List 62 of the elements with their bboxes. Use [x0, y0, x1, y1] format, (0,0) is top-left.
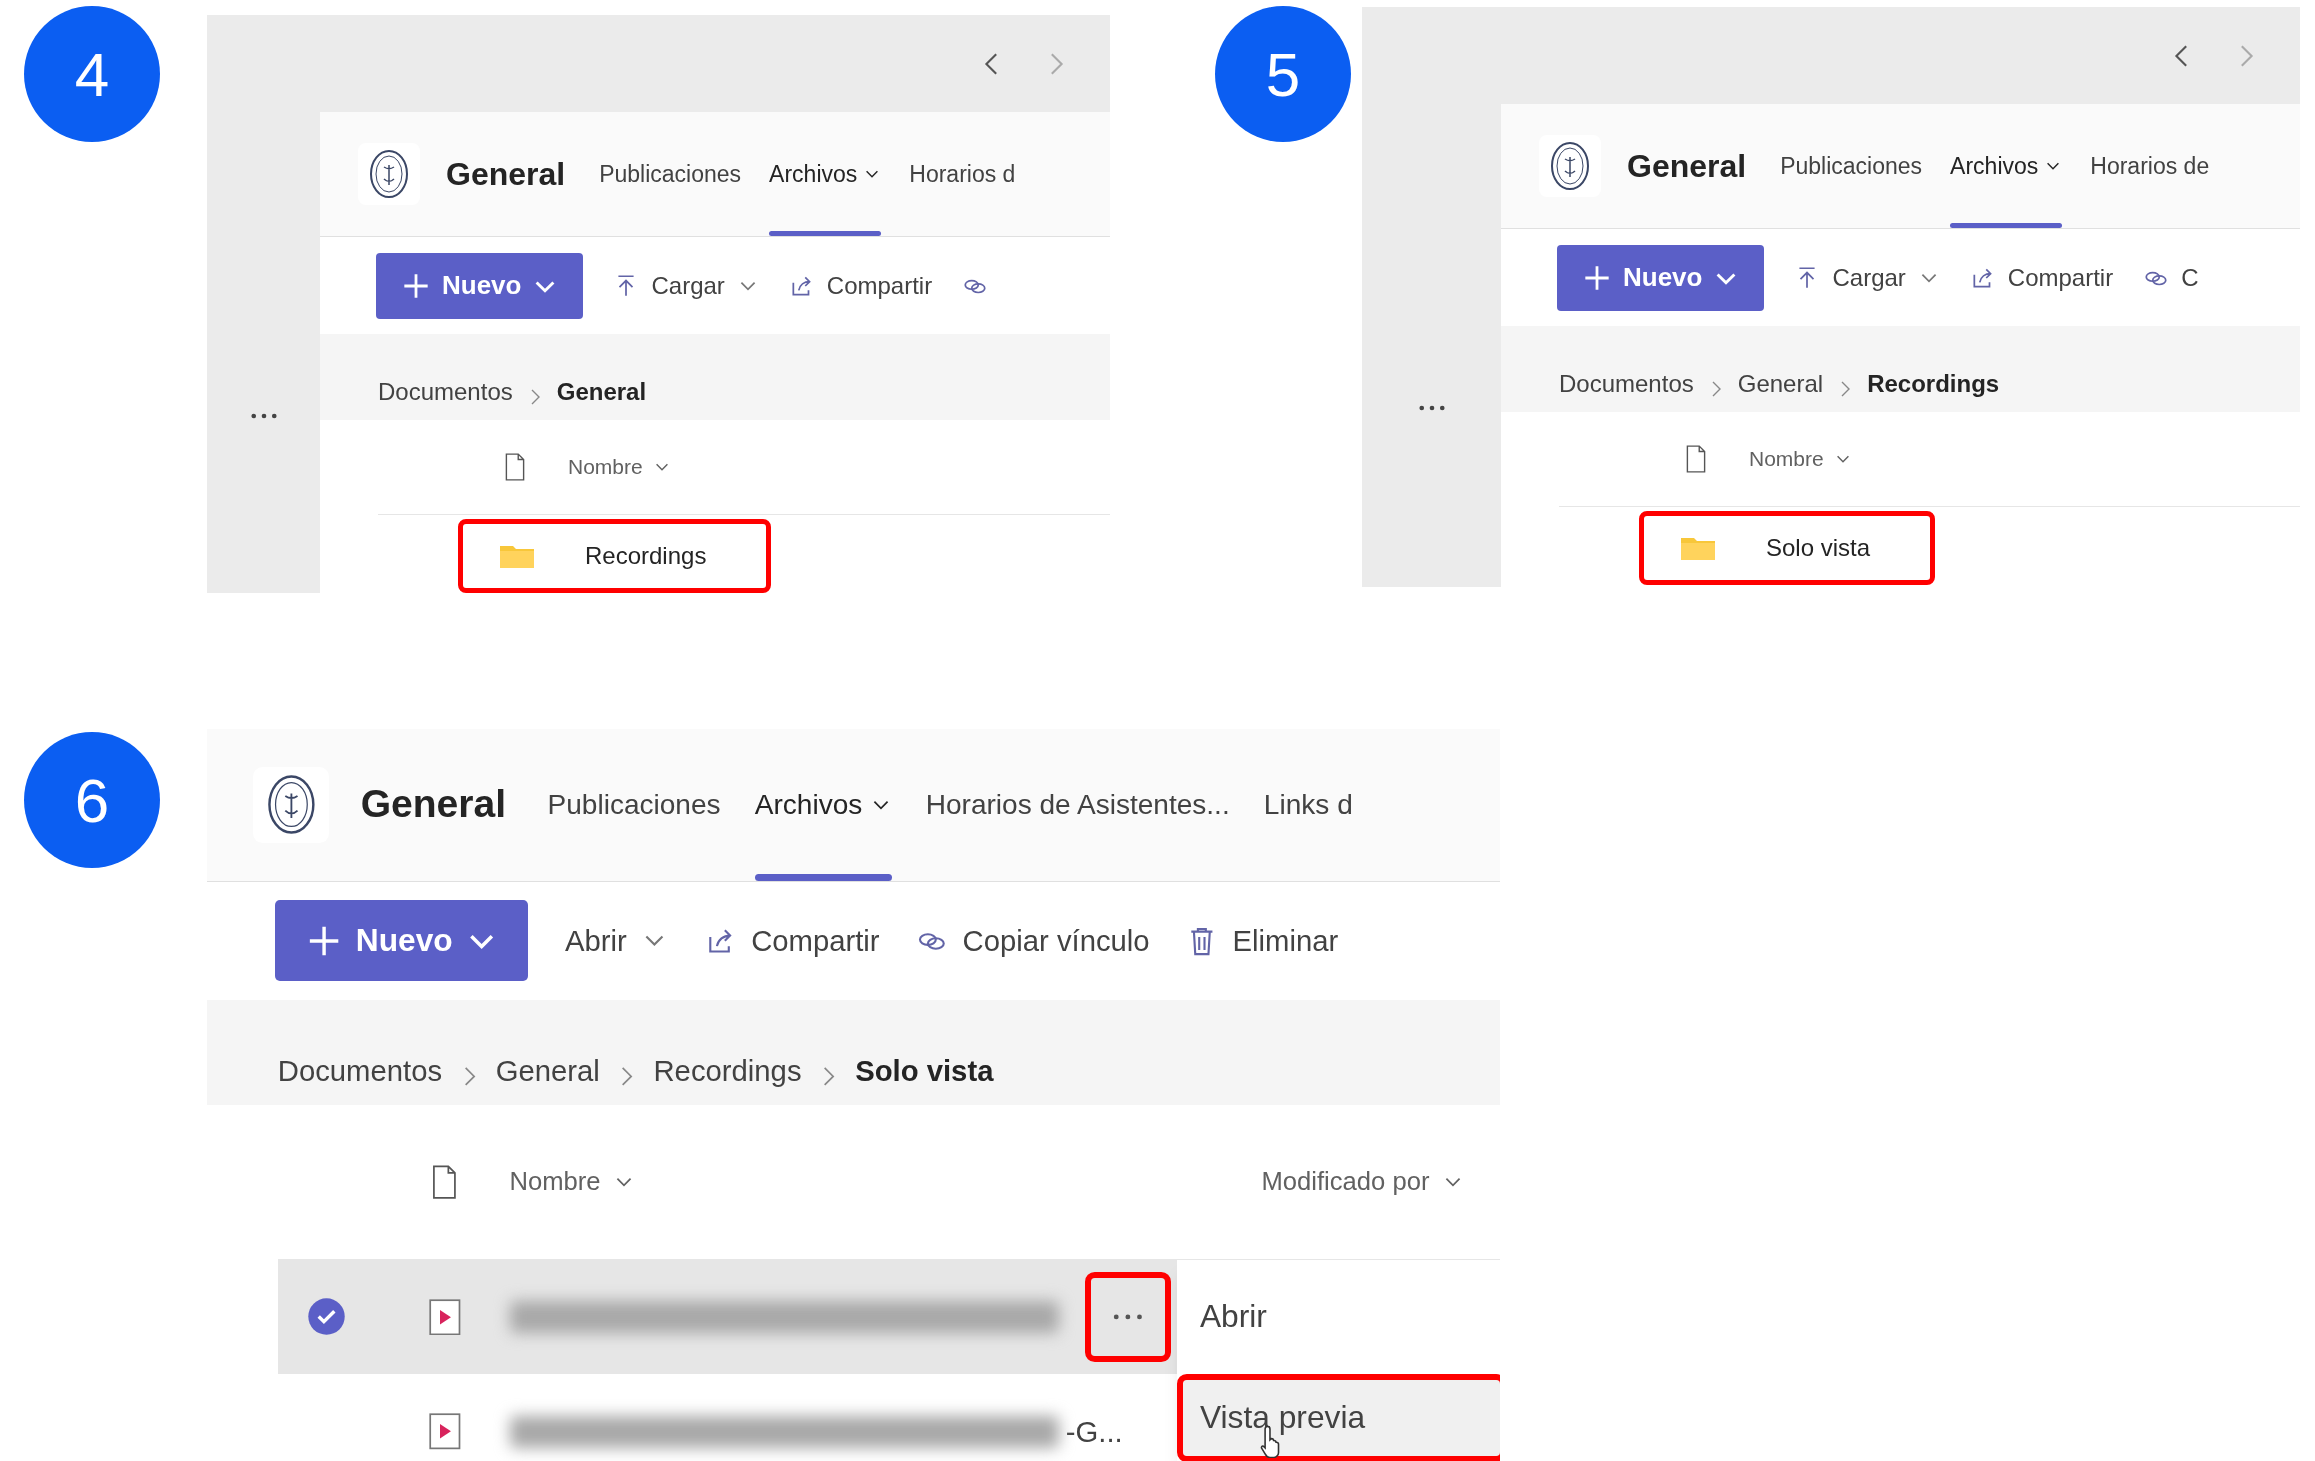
new-button[interactable]: Nuevo: [275, 900, 529, 981]
toolbar-button[interactable]: C: [2143, 259, 2199, 296]
menu-item[interactable]: Abrir: [1176, 1259, 1500, 1375]
channel-tab[interactable]: Publicaciones: [599, 112, 742, 236]
toolbar-button[interactable]: Compartir: [704, 918, 880, 963]
channel-title: General: [360, 781, 507, 828]
breadcrumb-link[interactable]: General: [495, 1048, 600, 1093]
more-button[interactable]: [1085, 1271, 1171, 1363]
file-type-icon: [504, 453, 526, 481]
channel-tab[interactable]: Archivos: [769, 112, 882, 236]
breadcrumb-link[interactable]: Recordings: [653, 1048, 802, 1093]
new-button[interactable]: Nuevo: [376, 252, 584, 319]
folder-icon: [499, 543, 535, 569]
breadcrumb-link[interactable]: Documentos: [277, 1048, 443, 1093]
step-number-badge: 4: [24, 6, 160, 142]
emblem-logo: [1539, 135, 1601, 197]
breadcrumb-link[interactable]: Recordings: [1867, 366, 2000, 402]
toolbar-button[interactable]: Compartir: [1969, 259, 2114, 296]
video-file-icon: [429, 1298, 461, 1336]
breadcrumb-link[interactable]: Solo vista: [855, 1048, 994, 1093]
channel-title: General: [1627, 147, 1747, 186]
plus-icon: [402, 271, 430, 300]
channel-tab[interactable]: Archivos: [754, 729, 892, 881]
column-header[interactable]: Nombre: [1749, 443, 1852, 475]
channel-tab[interactable]: Horarios d: [909, 112, 1016, 236]
toolbar-button[interactable]: Compartir: [788, 267, 933, 304]
breadcrumb-link[interactable]: General: [556, 374, 647, 410]
toolbar-button[interactable]: Cargar: [1794, 259, 1940, 296]
channel-tab[interactable]: Horarios de Asistentes...: [925, 729, 1230, 881]
file-type-icon: [1685, 445, 1707, 473]
channel-title: General: [446, 155, 566, 194]
more-icon: [1112, 1312, 1144, 1322]
channel-tab[interactable]: Publicaciones: [1780, 104, 1923, 228]
new-button[interactable]: Nuevo: [1557, 244, 1765, 311]
menu-item[interactable]: Vista previa: [1176, 1374, 1500, 1461]
file-type-icon: [431, 1164, 459, 1199]
toolbar-button[interactable]: Cargar: [613, 267, 759, 304]
step-number-badge: 6: [24, 732, 160, 868]
column-header[interactable]: Nombre: [509, 1162, 635, 1201]
toolbar-button[interactable]: Abrir: [564, 918, 669, 963]
folder-icon: [1680, 535, 1716, 561]
check-circle-icon[interactable]: [307, 1297, 347, 1337]
plus-icon: [1583, 263, 1611, 292]
column-header[interactable]: Nombre: [568, 451, 671, 483]
toolbar-button[interactable]: Eliminar: [1186, 918, 1339, 963]
channel-tab[interactable]: Archivos: [1950, 104, 2063, 228]
breadcrumb-link[interactable]: Documentos: [1559, 366, 1694, 402]
more-icon[interactable]: [1417, 404, 1446, 412]
emblem-logo: [358, 143, 420, 205]
more-icon[interactable]: [249, 412, 278, 420]
breadcrumb-link[interactable]: General: [1737, 366, 1824, 402]
channel-tab[interactable]: Horarios de: [2090, 104, 2210, 228]
channel-tab[interactable]: Links d: [1263, 729, 1353, 881]
step-number-badge: 5: [1215, 6, 1351, 142]
folder-name[interactable]: Solo vista: [1766, 530, 1871, 566]
toolbar-button[interactable]: Copiar vínculo: [916, 918, 1150, 963]
column-header[interactable]: Modificado por: [1261, 1162, 1464, 1201]
channel-tab[interactable]: Publicaciones: [547, 729, 721, 881]
file-name-fragment: -G...: [1065, 1413, 1123, 1450]
folder-name[interactable]: Recordings: [585, 538, 707, 574]
breadcrumb-link[interactable]: Documentos: [378, 374, 513, 410]
video-file-icon: [429, 1413, 461, 1450]
